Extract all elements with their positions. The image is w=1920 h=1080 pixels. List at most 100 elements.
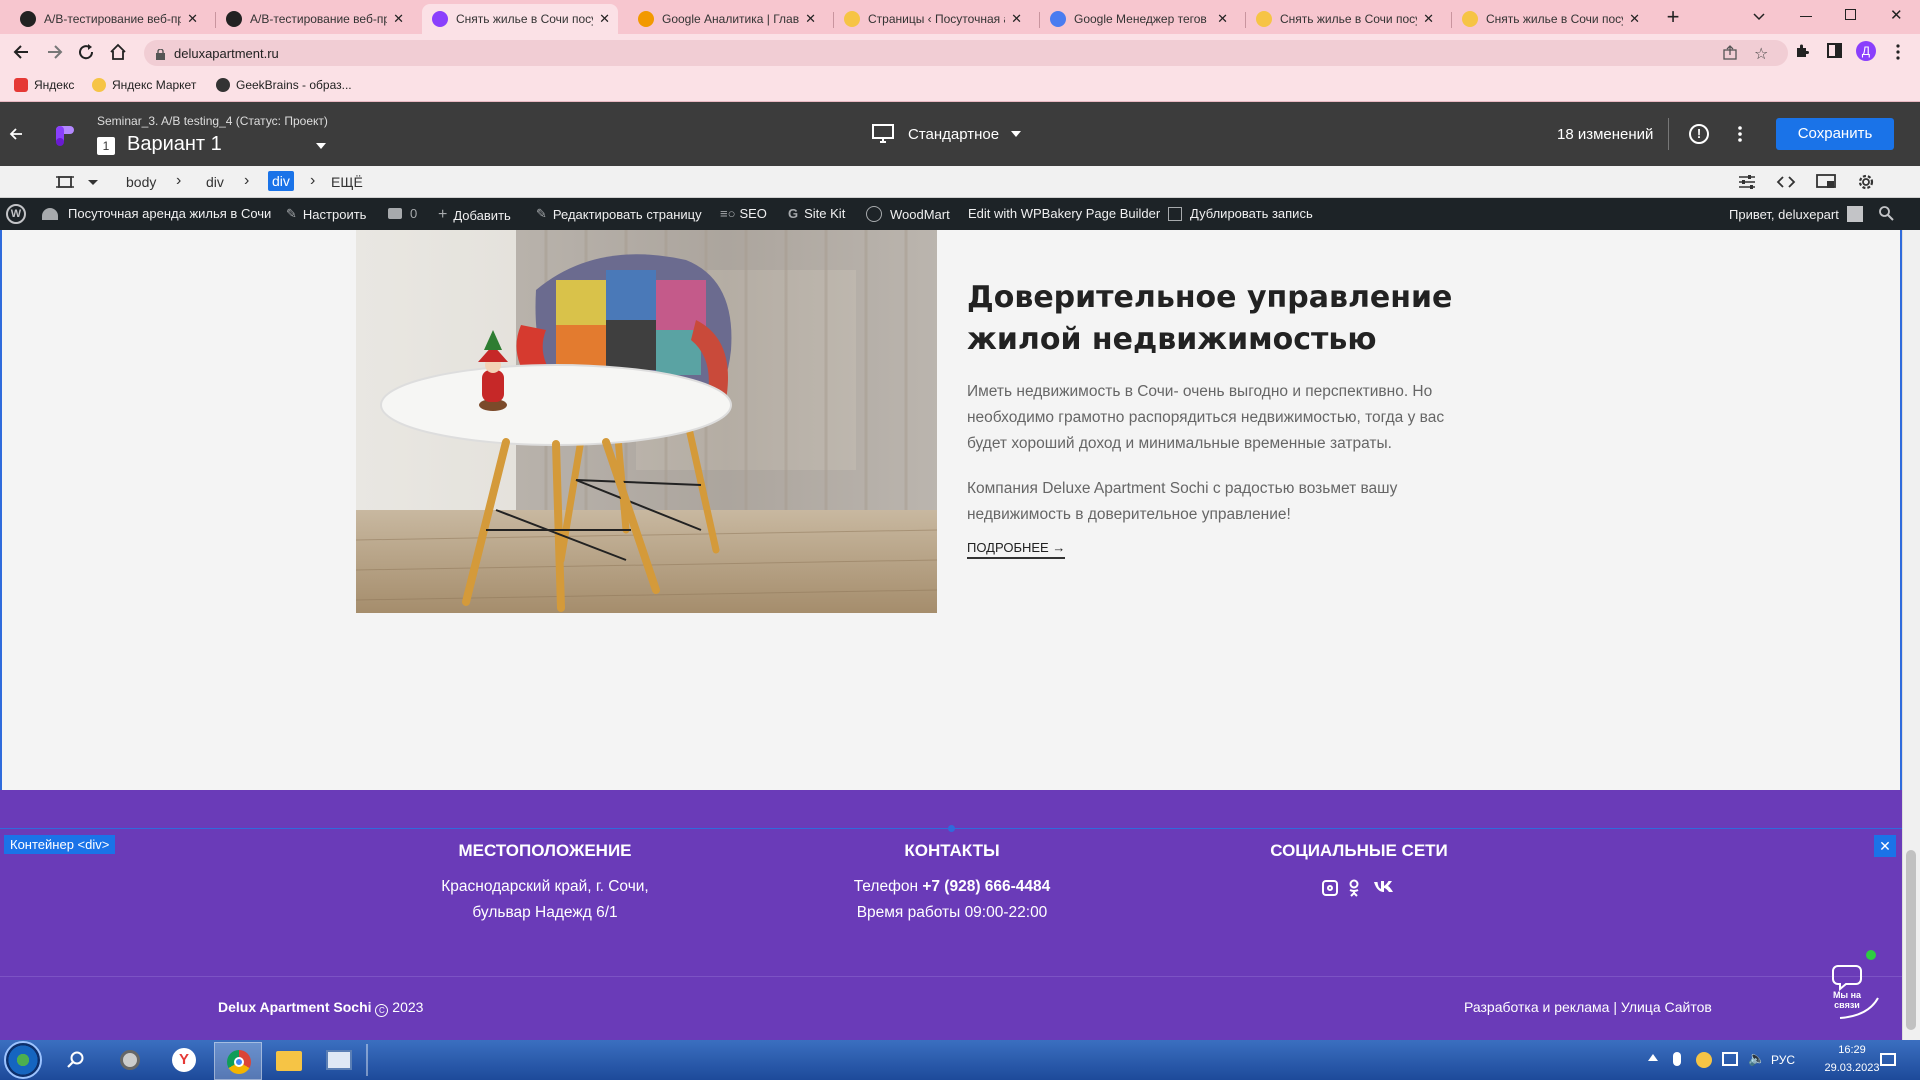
tray-arrow-icon[interactable] [1648,1054,1658,1061]
tab-close-icon[interactable]: ✕ [187,11,198,27]
developer-credit-link[interactable]: Разработка и реклама | Улица Сайтов [1464,999,1712,1015]
forward-icon[interactable] [44,42,64,62]
settings-gear-icon[interactable] [1856,172,1876,192]
browser-tab[interactable]: A/B-тестирование веб-пр ✕ [216,4,412,34]
chat-widget[interactable]: Мы на связи [1820,950,1884,1024]
home-icon[interactable] [108,42,128,62]
chevron-down-icon[interactable] [1752,9,1766,23]
monitor-icon [872,124,894,143]
select-element-icon[interactable] [56,174,74,190]
breadcrumb-div[interactable]: div [206,174,224,190]
wp-sitekit[interactable]: G Site Kit [788,206,845,221]
start-button-icon[interactable] [4,1041,42,1079]
tab-close-icon[interactable]: ✕ [599,11,610,27]
side-panel-icon[interactable] [1827,43,1842,58]
tab-close-icon[interactable]: ✕ [1217,11,1228,27]
taskbar-app-window-icon[interactable] [326,1050,352,1070]
browser-tab[interactable]: Снять жилье в Сочи посу ✕ [422,4,618,34]
browser-tab[interactable]: Снять жилье в Сочи посу ✕ [1246,4,1442,34]
tune-icon[interactable] [1738,174,1756,190]
vk-icon[interactable] [1373,880,1395,894]
browser-menu-icon[interactable] [1896,44,1900,60]
tray-app-icon[interactable] [1696,1052,1712,1068]
wp-wpbakery[interactable]: Edit with WPBakery Page Builder [968,206,1160,221]
tab-favicon-icon [638,11,654,27]
breadcrumb-more[interactable]: ЕЩЁ [331,174,363,190]
save-button[interactable]: Сохранить [1776,118,1894,150]
wp-seo[interactable]: ≡○ SEO [720,206,767,221]
code-icon[interactable] [1776,174,1796,190]
variant-name[interactable]: Вариант 1 [127,133,222,156]
bookmark-label: GeekBrains - образ... [236,78,352,92]
new-tab-button[interactable]: + [1660,5,1686,31]
wp-comments[interactable]: 0 [388,206,417,221]
volume-icon[interactable]: 🔈 [1748,1050,1765,1067]
clock-date[interactable]: 29.03.2023 [1814,1062,1890,1074]
tab-separator [1245,12,1246,28]
reload-icon[interactable] [76,42,96,62]
bookmark-star-icon[interactable]: ☆ [1754,44,1768,64]
breadcrumb-div-selected[interactable]: div [268,171,294,191]
browser-tab[interactable]: Google Менеджер тегов ✕ [1040,4,1236,34]
tab-close-icon[interactable]: ✕ [805,11,816,27]
browser-tab[interactable]: Страницы ‹ Посуточная а ✕ [834,4,1030,34]
instagram-icon[interactable] [1322,880,1338,896]
odnoklassniki-icon[interactable] [1348,879,1360,897]
editor-back-icon[interactable] [8,126,24,142]
minimize-icon[interactable] [1800,16,1812,17]
profile-avatar[interactable]: Д [1856,41,1876,61]
restore-icon[interactable] [1845,9,1856,20]
wp-account[interactable]: Привет, deluxepart [1729,206,1863,222]
browser-tab[interactable]: A/B-тестирование веб-пр ✕ [10,4,206,34]
footer-selection-handle[interactable] [948,825,955,832]
more-link[interactable]: ПОДРОБНЕЕ → [967,540,1066,559]
wp-search-icon[interactable] [1878,205,1894,221]
search-icon[interactable] [66,1050,86,1070]
extensions-icon[interactable] [1794,43,1810,59]
wordpress-logo-icon[interactable]: W [6,204,26,224]
browser-tab[interactable]: Снять жилье в Сочи посу ✕ [1452,4,1648,34]
editor-more-icon[interactable] [1738,126,1742,142]
back-icon[interactable] [12,42,32,62]
tab-close-icon[interactable]: ✕ [393,11,404,27]
preview-icon[interactable] [1816,174,1836,190]
phone-number-link[interactable]: +7 (928) 666-4484 [922,878,1050,895]
network-icon[interactable] [1722,1052,1738,1066]
clock-time[interactable]: 16:29 [1822,1044,1882,1056]
user-avatar-icon [1846,206,1863,222]
variant-dropdown-icon[interactable] [316,143,326,149]
file-explorer-icon[interactable] [276,1051,302,1071]
tab-separator [1039,12,1040,28]
share-icon[interactable] [1722,45,1738,61]
chrome-taskbar-icon[interactable] [214,1042,262,1080]
wp-customize[interactable]: ✎ Настроить [286,206,366,222]
wp-duplicate[interactable]: Дублировать запись [1168,206,1313,221]
wp-edit-page[interactable]: ✎ Редактировать страницу [536,206,702,222]
device-selector[interactable]: Стандартное [872,124,1022,144]
wp-add-new[interactable]: + Добавить [438,206,511,224]
wp-woodmart[interactable]: WoodMart [866,206,950,222]
page-scrollbar[interactable] [1902,230,1920,1040]
tab-close-icon[interactable]: ✕ [1423,11,1434,27]
wp-site-name[interactable]: Посуточная аренда жилья в Сочи [42,206,271,221]
container-close-icon[interactable]: ✕ [1874,835,1896,857]
language-indicator[interactable]: РУС [1771,1053,1795,1067]
select-mode-dropdown-icon[interactable] [88,180,98,185]
diagnostics-icon[interactable]: ! [1689,124,1709,144]
tab-close-icon[interactable]: ✕ [1629,11,1640,27]
tab-close-icon[interactable]: ✕ [1011,11,1022,27]
bookmark-geekbrains[interactable]: GeekBrains - образ... [216,78,352,92]
close-window-icon[interactable]: ✕ [1890,6,1903,24]
tray-mic-icon[interactable] [1673,1052,1681,1066]
browser-tab[interactable]: Google Аналитика | Главн ✕ [628,4,824,34]
address-bar[interactable]: deluxapartment.ru ☆ [144,40,1788,66]
bookmark-yandex[interactable]: Яндекс [14,78,74,92]
scrollbar-thumb[interactable] [1906,850,1916,1030]
notifications-icon[interactable] [1880,1053,1896,1066]
taskbar-app-disk-icon[interactable] [120,1050,140,1070]
breadcrumb-body[interactable]: body [126,174,156,190]
breadcrumb-separator-icon: › [310,172,316,189]
changes-count[interactable]: 18 изменений [1557,126,1653,143]
yandex-browser-icon[interactable]: Y [172,1048,196,1072]
bookmark-yandex-market[interactable]: Яндекс Маркет [92,78,196,92]
